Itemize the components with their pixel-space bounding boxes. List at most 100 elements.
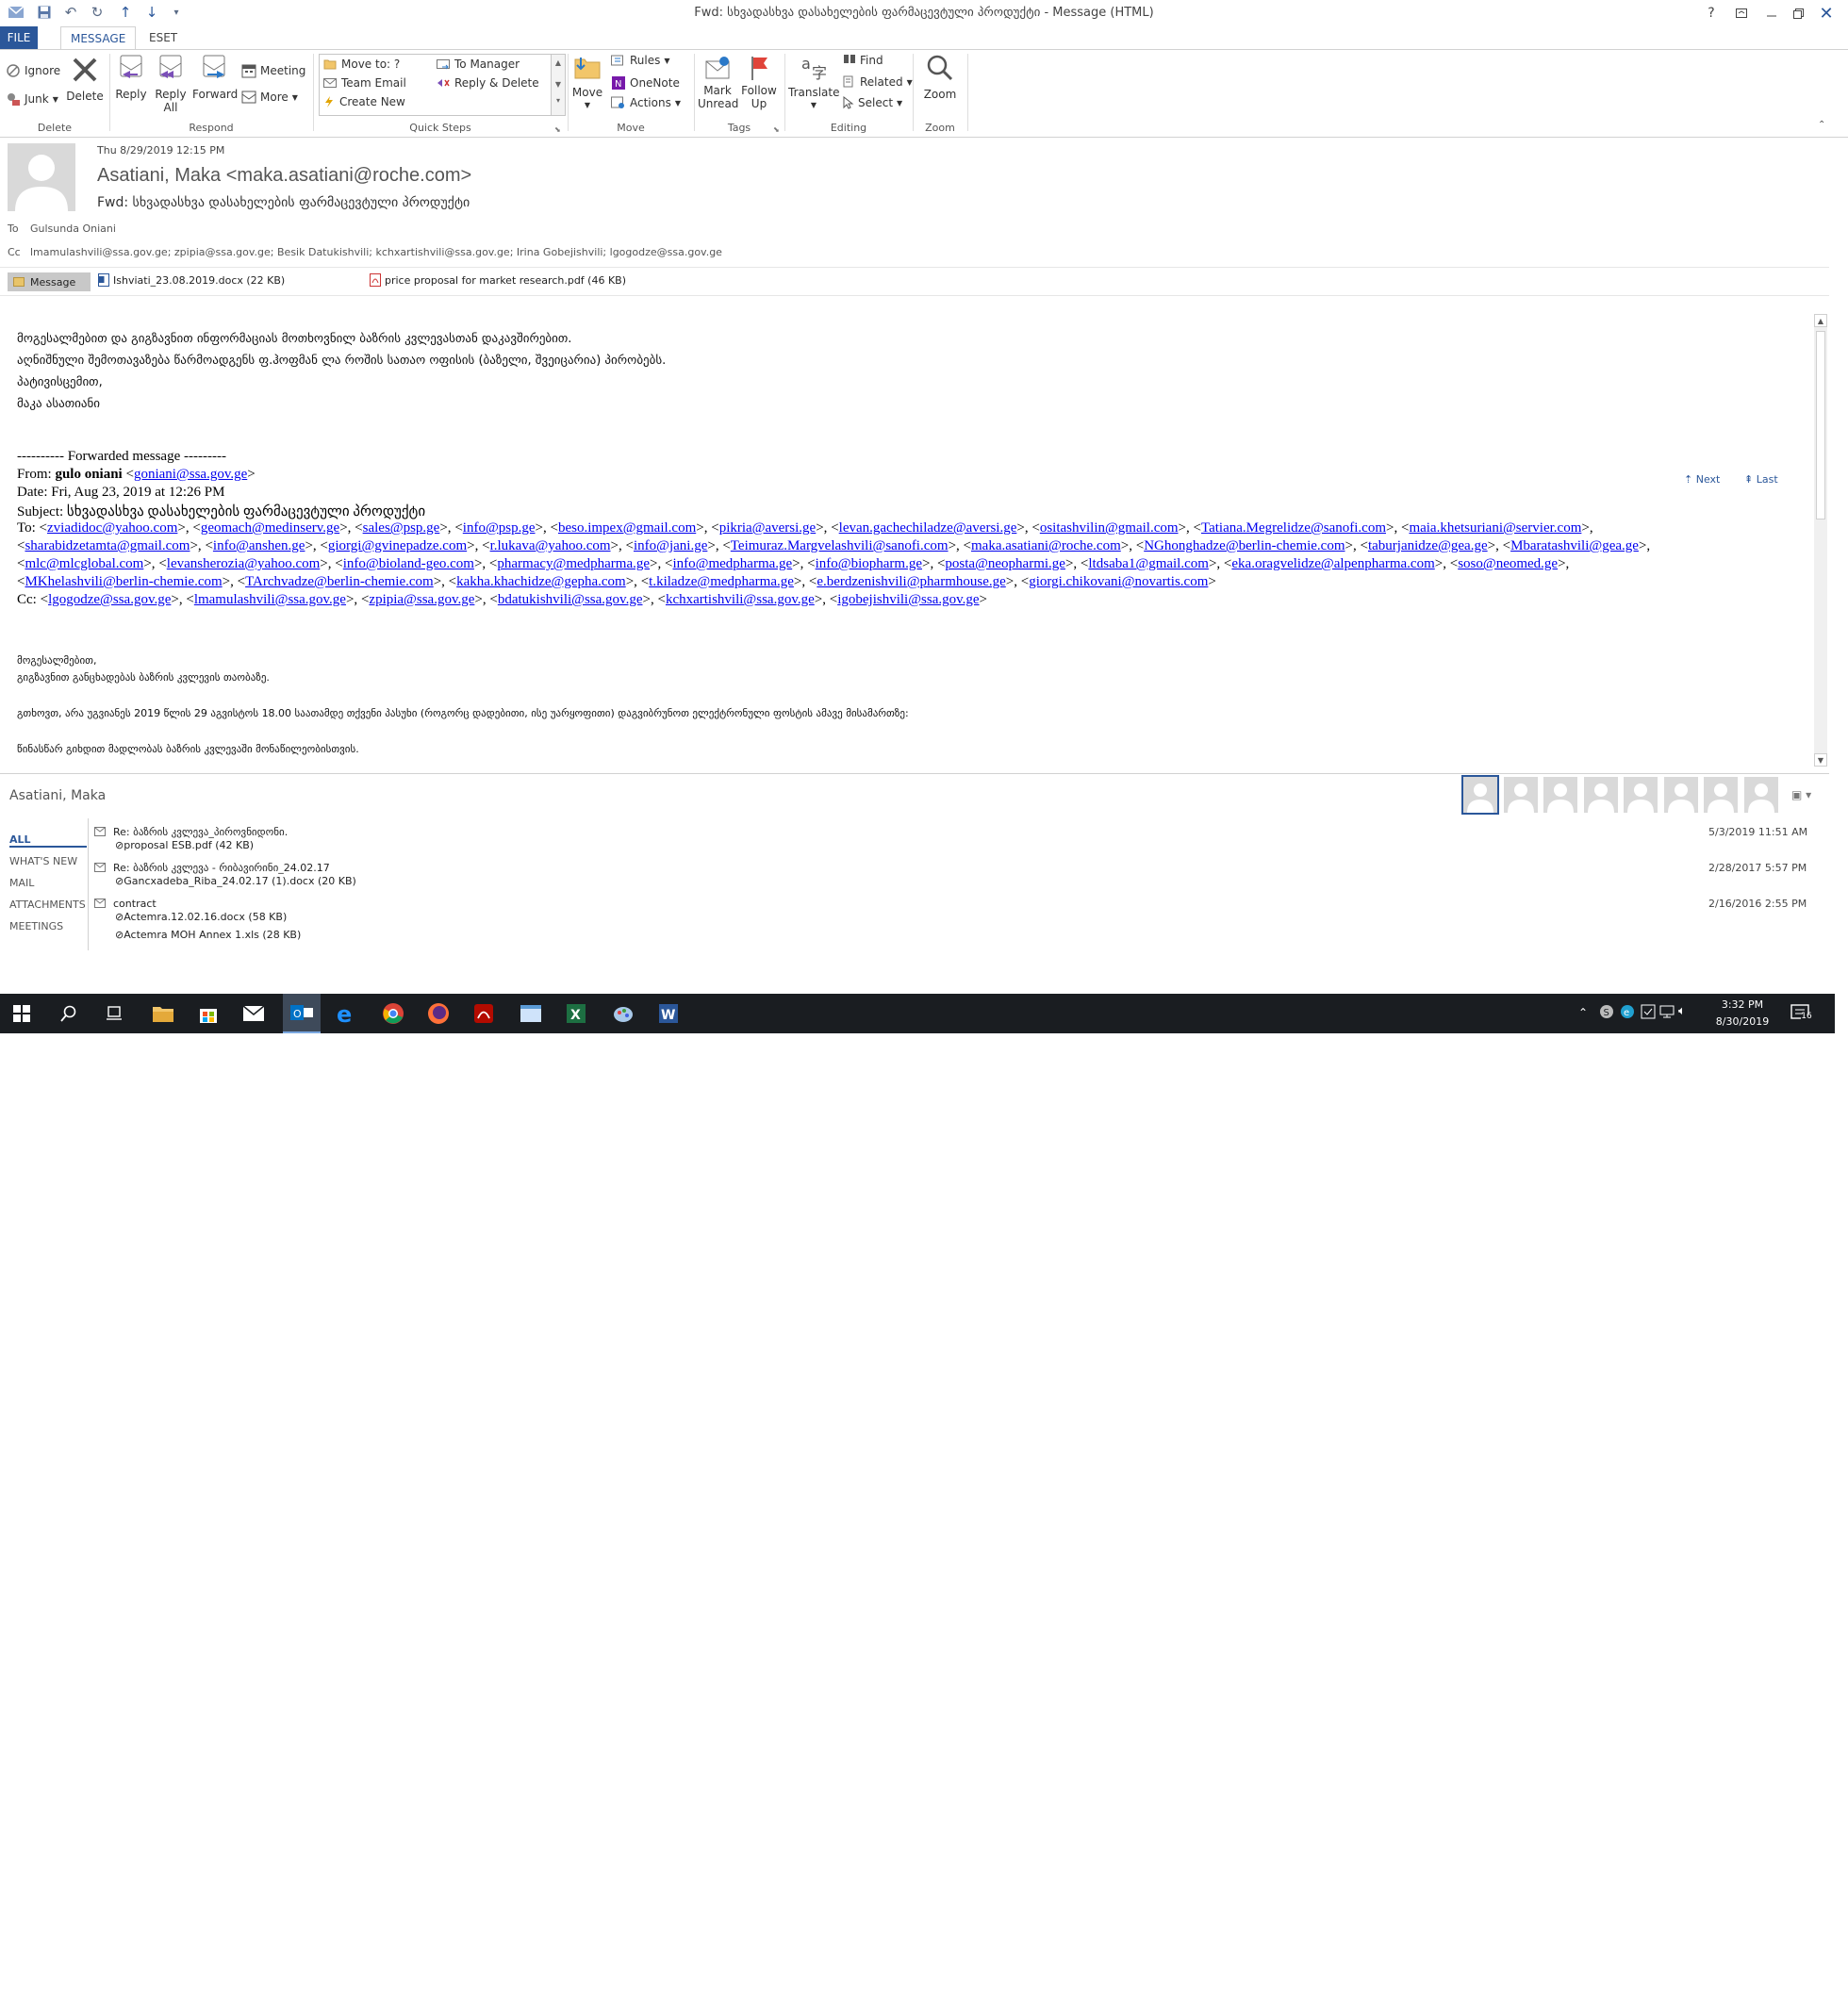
people-pane-avatar[interactable] <box>1503 777 1538 813</box>
people-pane-settings-icon[interactable]: ▣ ▾ <box>1791 788 1811 801</box>
email-link[interactable]: info@anshen.ge <box>213 538 305 553</box>
email-link[interactable]: Tatiana.Megrelidze@sanofi.com <box>1201 520 1386 536</box>
people-tab-all[interactable]: ALL <box>9 833 87 848</box>
skype-tray-icon[interactable]: S <box>1599 1004 1614 1019</box>
clock-date[interactable]: 8/30/2019 <box>1714 1015 1771 1028</box>
input-language[interactable]: ENG <box>1698 2000 1721 2012</box>
email-link[interactable]: info@medpharma.ge <box>672 556 792 571</box>
email-link[interactable]: goniani@ssa.gov.ge <box>134 467 247 482</box>
scroll-up-icon[interactable]: ▲ <box>1814 314 1827 327</box>
email-link[interactable]: igobejishvili@ssa.gov.ge <box>837 592 979 607</box>
file-explorer-icon[interactable] <box>149 999 177 1028</box>
follow-up-button[interactable]: Follow Up <box>739 54 779 110</box>
network-icon[interactable] <box>1659 1004 1675 1019</box>
paint-icon[interactable] <box>609 999 637 1028</box>
email-link[interactable]: info@jani.ge <box>634 538 707 553</box>
email-link[interactable]: pikria@aversi.ge <box>719 520 817 536</box>
clock-time[interactable]: 3:32 PM <box>1714 998 1771 1011</box>
zoom-button[interactable]: Zoom <box>918 54 962 101</box>
rules-button[interactable]: Rules ▼ <box>611 54 670 67</box>
dialog-launcher-icon[interactable]: ⬊ <box>554 125 561 134</box>
email-link[interactable]: maka.asatiani@roche.com <box>971 538 1121 553</box>
mail-icon[interactable] <box>239 999 268 1028</box>
email-link[interactable]: soso@neomed.ge <box>1458 556 1558 571</box>
feed-item-attachment[interactable]: ⊘proposal ESB.pdf (42 KB) <box>115 839 254 851</box>
attachment-message-tab[interactable]: Message <box>8 272 91 291</box>
email-link[interactable]: zpipia@ssa.gov.ge <box>369 592 474 607</box>
store-icon[interactable] <box>194 999 223 1028</box>
email-link[interactable]: pharmacy@medpharma.ge <box>497 556 650 571</box>
email-link[interactable]: eka.oragvelidze@alpenpharma.com <box>1231 556 1434 571</box>
tab-message[interactable]: MESSAGE <box>60 26 137 50</box>
email-link[interactable]: r.lukava@yahoo.com <box>490 538 611 553</box>
email-link[interactable]: maia.khetsuriani@servier.com <box>1409 520 1581 536</box>
move-button[interactable]: Move ▼ <box>571 54 603 112</box>
email-link[interactable]: ltdsaba1@gmail.com <box>1088 556 1209 571</box>
feed-item-attachment[interactable]: ⊘Actemra.12.02.16.docx (58 KB) <box>115 911 287 923</box>
people-pane-avatar[interactable] <box>1461 775 1499 815</box>
email-link[interactable]: sales@psp.ge <box>363 520 440 536</box>
people-pane-avatar[interactable] <box>1543 777 1577 813</box>
people-pane-avatar[interactable] <box>1583 777 1618 813</box>
quick-steps-scroll[interactable]: ▲ ▼ ▾ <box>551 55 565 115</box>
email-link[interactable]: geomach@medinserv.ge <box>201 520 339 536</box>
junk-button[interactable]: Junk ▼ <box>6 91 58 107</box>
excel-icon[interactable]: X <box>562 999 590 1028</box>
reply-button[interactable]: Reply <box>113 54 149 101</box>
quick-step-to-manager[interactable]: To Manager <box>437 58 520 71</box>
tab-file[interactable]: FILE <box>0 26 38 49</box>
email-link[interactable]: posta@neopharmi.ge <box>945 556 1065 571</box>
cc-recipients[interactable]: lmamulashvili@ssa.gov.ge; zpipia@ssa.gov… <box>30 246 722 258</box>
email-link[interactable]: info@bioland-geo.com <box>343 556 474 571</box>
find-button[interactable]: Find <box>843 54 883 67</box>
people-pane-avatar[interactable] <box>1743 777 1778 813</box>
email-link[interactable]: sharabidzetamta@gmail.com <box>25 538 190 553</box>
acrobat-icon[interactable] <box>470 999 498 1028</box>
scroll-down-icon[interactable]: ▼ <box>1814 753 1827 767</box>
windows-start-icon[interactable] <box>8 999 36 1028</box>
select-button[interactable]: Select ▼ <box>843 96 902 109</box>
email-link[interactable]: t.kiladze@medpharma.ge <box>649 574 794 589</box>
email-link[interactable]: giorgi@gvinepadze.com <box>328 538 467 553</box>
help-button[interactable]: ? <box>1695 2 1727 25</box>
delete-button[interactable]: Delete <box>64 56 106 103</box>
email-link[interactable]: info@biopharm.ge <box>816 556 922 571</box>
email-link[interactable]: TArchvadze@berlin-chemie.com <box>245 574 434 589</box>
people-tab-attachments[interactable]: ATTACHMENTS <box>9 899 86 911</box>
to-recipients[interactable]: Gulsunda Oniani <box>30 223 116 235</box>
security-tray-icon[interactable] <box>1641 1004 1656 1019</box>
close-button[interactable]: ✕ <box>1810 2 1842 25</box>
ignore-button[interactable]: Ignore <box>6 63 60 78</box>
restore-button[interactable] <box>1782 2 1814 25</box>
email-link[interactable]: levan.gachechiladze@aversi.ge <box>839 520 1017 536</box>
show-hidden-icons[interactable]: ⌃ <box>1578 1006 1588 1019</box>
volume-icon[interactable]: 🔈︎ <box>1678 1004 1686 1018</box>
quick-step-create-new[interactable]: Create New <box>323 95 405 108</box>
feed-item-title[interactable]: Re: ბაზრის კვლევა - რიბავირინი_24.02.17 <box>113 862 330 874</box>
scrollbar-thumb[interactable] <box>1816 331 1825 519</box>
email-link[interactable]: giorgi.chikovani@novartis.com <box>1029 574 1208 589</box>
message-sender[interactable]: Asatiani, Maka <maka.asatiani@roche.com> <box>97 165 471 187</box>
people-tab-whats-new[interactable]: WHAT'S NEW <box>9 855 77 867</box>
email-link[interactable]: bdatukishvili@ssa.gov.ge <box>498 592 643 607</box>
email-link[interactable]: kchxartishvili@ssa.gov.ge <box>666 592 815 607</box>
ribbon-display-options-icon[interactable] <box>1725 2 1757 25</box>
word-icon[interactable]: W <box>654 999 683 1028</box>
email-link[interactable]: Teimuraz.Margvelashvili@sanofi.com <box>731 538 949 553</box>
action-center-icon[interactable]: 16 <box>1790 1002 1812 1025</box>
email-link[interactable]: kakha.khachidze@gepha.com <box>456 574 626 589</box>
people-tab-mail[interactable]: MAIL <box>9 877 34 889</box>
meeting-button[interactable]: Meeting <box>241 63 305 78</box>
related-button[interactable]: Related ▼ <box>843 75 913 89</box>
window-app-icon[interactable] <box>517 999 545 1028</box>
quick-step-team-email[interactable]: Team Email <box>323 76 406 90</box>
edge-icon[interactable]: e <box>332 999 360 1028</box>
email-link[interactable]: taburjanidze@gea.ge <box>1368 538 1488 553</box>
email-link[interactable]: e.berdzenishvili@pharmhouse.ge <box>817 574 1005 589</box>
eset-tray-icon[interactable]: e <box>1620 1004 1635 1019</box>
nav-last-link[interactable]: ⇞ Last <box>1744 473 1778 486</box>
forward-button[interactable]: Forward <box>192 54 238 101</box>
people-pane-avatar[interactable] <box>1624 777 1658 813</box>
email-link[interactable]: Mbaratashvili@gea.ge <box>1510 538 1639 553</box>
outlook-taskbar-icon[interactable]: O <box>283 994 321 1033</box>
